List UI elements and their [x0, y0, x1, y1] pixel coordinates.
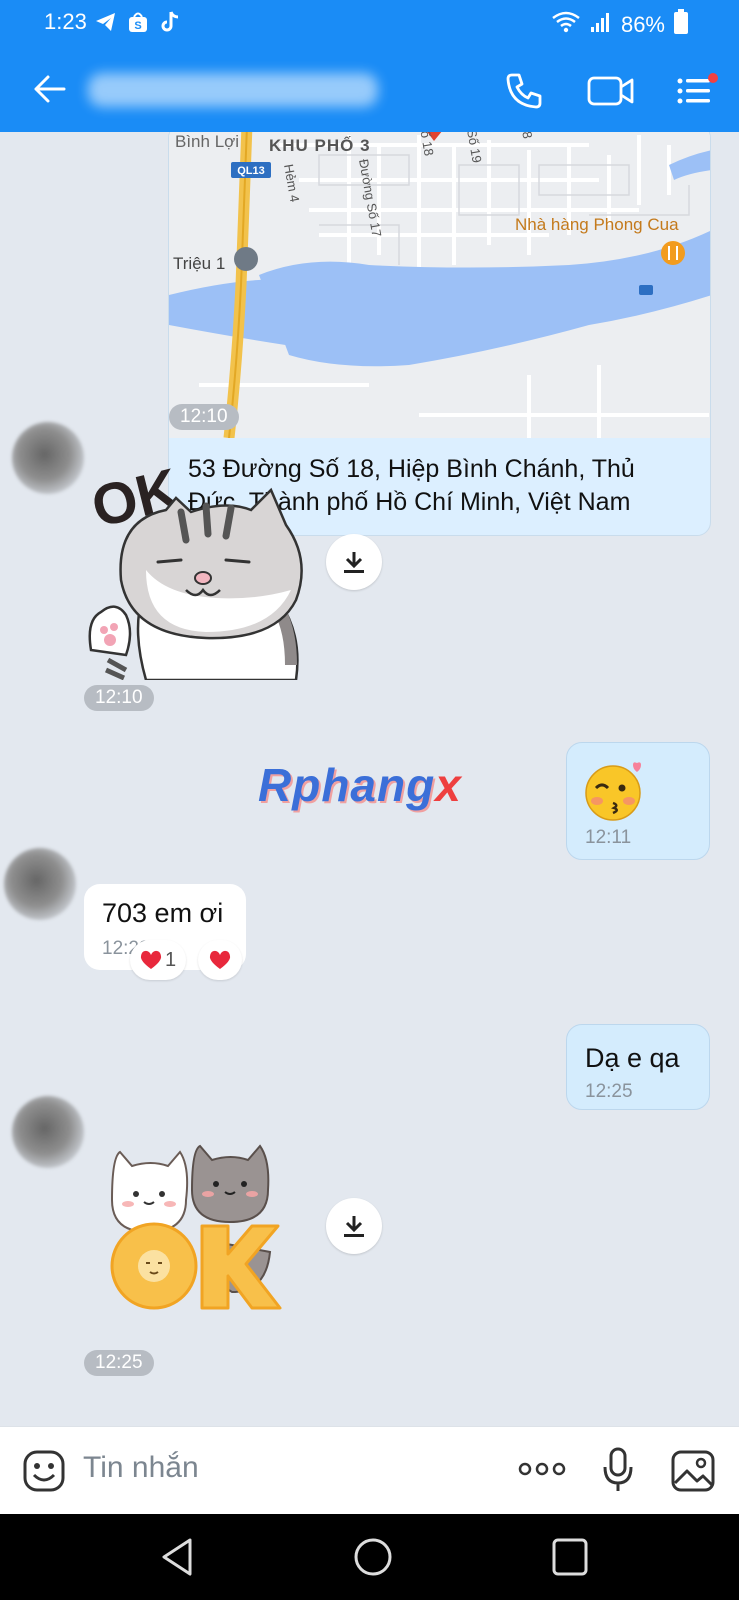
tiktok-icon [158, 10, 182, 34]
voice-call-button[interactable] [502, 69, 546, 113]
battery-icon [673, 9, 689, 41]
image-icon [671, 1450, 715, 1492]
menu-list-icon [677, 73, 718, 104]
signal-icon [589, 10, 613, 40]
nav-home-button[interactable] [352, 1536, 394, 1583]
sticker-picker-button[interactable] [22, 1449, 66, 1498]
phone-icon [506, 73, 542, 109]
message-time: 12:25 [585, 1081, 633, 1102]
outgoing-text-message[interactable]: Dạ e qa 12:25 [566, 1024, 710, 1110]
message-input[interactable]: Tin nhắn [83, 1451, 199, 1485]
nav-recents-icon [552, 1538, 588, 1576]
message-time: 12:10 [84, 685, 154, 711]
outgoing-emoji-message[interactable]: 12:11 [566, 742, 710, 860]
watermark-main: Rphang [258, 759, 436, 811]
download-sticker-button[interactable] [326, 1198, 382, 1254]
react-heart-button[interactable] [198, 940, 242, 980]
watermark-x: x [435, 759, 462, 811]
voice-record-button[interactable] [602, 1447, 634, 1498]
avatar[interactable] [4, 848, 76, 920]
avatar[interactable] [12, 422, 84, 494]
map-label-binh-loi: Bình Lợi [175, 132, 239, 151]
status-time: 1:23 [44, 9, 87, 34]
message-text: Dạ e qa [585, 1043, 680, 1073]
heart-icon [140, 950, 162, 969]
download-sticker-button[interactable] [326, 534, 382, 590]
nav-back-button[interactable] [158, 1536, 198, 1583]
back-button[interactable] [28, 67, 72, 111]
chat-header [0, 45, 739, 132]
nav-recents-button[interactable] [550, 1536, 590, 1583]
chat-messages[interactable]: QL13 Bình Lợi KHU PHỐ 3 Hẻm 4 Đường Số 1… [0, 132, 739, 1426]
status-right: 86% [551, 9, 689, 41]
nav-back-icon [162, 1538, 192, 1576]
status-app-icons: S [94, 10, 182, 34]
chat-menu-button[interactable] [674, 69, 724, 113]
watermark: Rphangx [258, 758, 462, 812]
system-nav-bar [0, 1514, 739, 1600]
map-label-restaurant: Nhà hàng Phong Cua [515, 215, 679, 234]
telegram-icon [94, 10, 118, 34]
shopee-icon: S [126, 10, 150, 34]
avatar[interactable] [12, 1096, 84, 1168]
reaction-summary[interactable]: 1 [130, 940, 186, 980]
emoji-icon [23, 1450, 65, 1492]
battery-percent: 86% [620, 12, 665, 37]
more-dots-icon [518, 1462, 566, 1476]
svg-text:S: S [134, 20, 141, 32]
download-icon [344, 1216, 364, 1237]
message-text: 703 em ơi [102, 898, 224, 928]
message-time: 12:25 [84, 1350, 154, 1376]
microphone-icon [603, 1447, 633, 1491]
wifi-icon [551, 10, 581, 40]
map-label-ql13: QL13 [237, 165, 265, 177]
message-input-bar: Tin nhắn [0, 1426, 739, 1514]
sticker-ok-cat[interactable]: OK [85, 450, 316, 682]
nav-home-icon [354, 1538, 392, 1576]
sticker-text: OK [106, 1142, 108, 1143]
sticker-ok-cats[interactable]: OK [106, 1142, 296, 1312]
reaction-count: 1 [164, 948, 177, 971]
more-options-button[interactable] [518, 1457, 566, 1486]
download-icon [344, 552, 364, 573]
message-time: 12:11 [585, 827, 632, 848]
back-arrow-icon [34, 75, 66, 103]
heart-icon [209, 950, 231, 969]
map-preview[interactable]: QL13 Bình Lợi KHU PHỐ 3 Hẻm 4 Đường Số 1… [169, 132, 710, 439]
message-time: 12:10 [169, 404, 239, 430]
status-bar: 1:23 S 86% [0, 0, 739, 45]
video-call-button[interactable] [586, 69, 636, 113]
image-picker-button[interactable] [670, 1449, 716, 1498]
map-label-khu-pho: KHU PHỐ 3 [269, 135, 371, 155]
video-call-icon [587, 76, 634, 106]
kissing-face-icon [585, 762, 641, 821]
contact-name-blurred[interactable] [88, 73, 378, 107]
map-label-trieu: Triệu 1 [173, 254, 225, 273]
